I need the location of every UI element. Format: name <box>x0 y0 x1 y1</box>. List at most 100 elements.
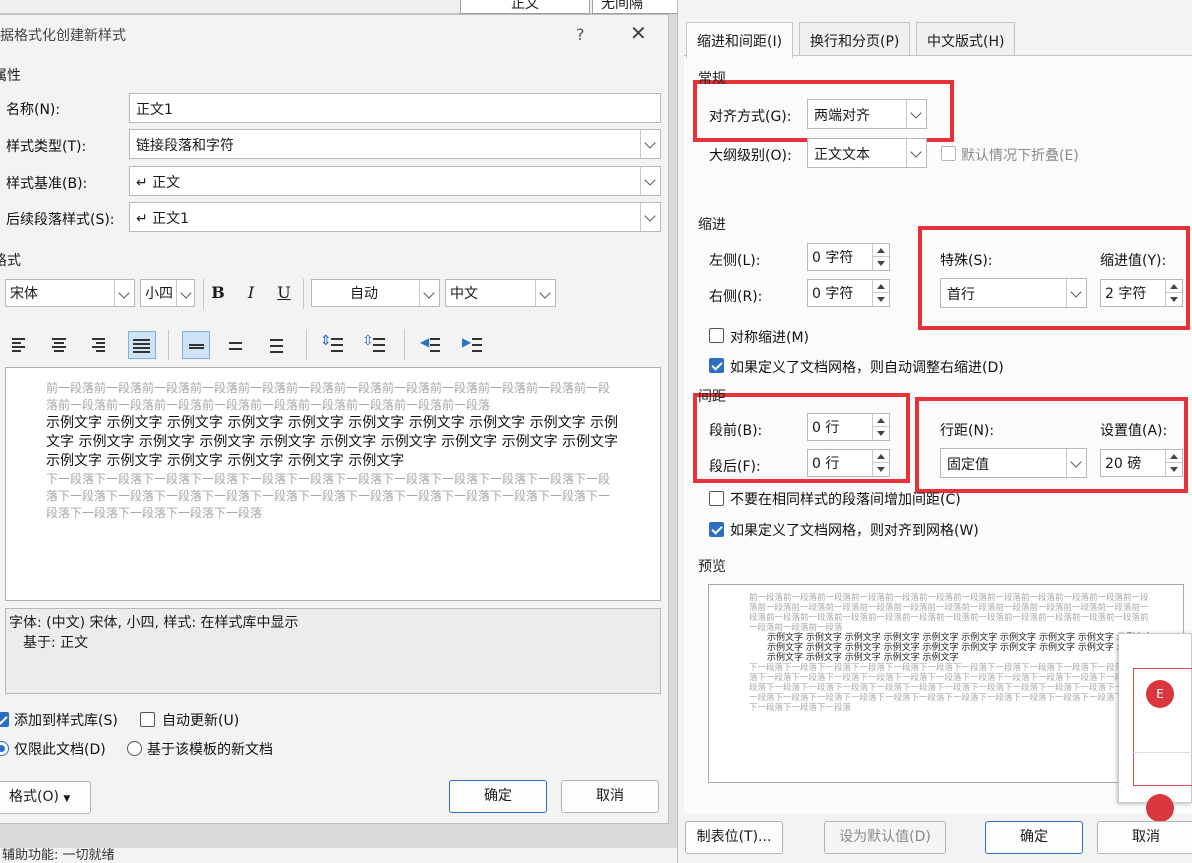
arrow-up-icon[interactable] <box>873 280 889 293</box>
preview-sample-text: 示例文字 示例文字 示例文字 示例文字 示例文字 示例文字 示例文字 示例文字 … <box>767 633 1153 663</box>
section-preview: 预览 <box>698 559 726 575</box>
special-indent-select[interactable]: 首行 <box>940 278 1087 308</box>
toolbar-separator <box>306 330 307 360</box>
following-style-select[interactable]: ↵ 正文1 <box>129 202 661 232</box>
ok-button[interactable]: 确定 <box>449 780 547 813</box>
help-button[interactable]: ? <box>576 25 585 44</box>
arrow-up-icon[interactable] <box>873 244 889 257</box>
preview-previous-paragraph: 前一段落前一段落前一段落前一段落前一段落前一段落前一段落前一段落前一段落前一段落… <box>749 593 1149 633</box>
spin-buttons[interactable] <box>872 280 889 306</box>
new-documents-template-radio[interactable] <box>127 741 142 756</box>
font-color-select[interactable]: 自动 <box>311 279 440 307</box>
indent-by-input[interactable]: 2 字符 <box>1100 279 1183 307</box>
collapse-by-default-checkbox[interactable] <box>941 146 956 161</box>
decrease-spacing-icon[interactable]: ⇳ <box>362 333 386 357</box>
line-spacing-select[interactable]: 固定值 <box>940 448 1087 478</box>
arrow-down-icon[interactable] <box>873 427 889 440</box>
line-spacing-label: 行距(N): <box>940 423 995 439</box>
dialog-title: 根据格式化创建新样式 <box>0 28 126 44</box>
based-on-select[interactable]: ↵ 正文 <box>129 166 661 196</box>
cancel-button[interactable]: 取消 <box>1097 821 1192 854</box>
font-select[interactable]: 宋体 <box>5 279 135 307</box>
format-menu-button[interactable]: 格式(O) ▼ <box>0 781 91 814</box>
arrow-down-icon[interactable] <box>1166 463 1182 476</box>
tab-asian-typography[interactable]: 中文版式(H) <box>916 22 1016 56</box>
add-to-gallery-label: 添加到样式库(S) <box>14 713 118 729</box>
tab-line-and-page-breaks[interactable]: 换行和分页(P) <box>799 22 911 56</box>
section-spacing: 间距 <box>698 389 726 405</box>
chevron-down-icon <box>535 280 555 306</box>
auto-update-checkbox[interactable] <box>140 712 155 727</box>
auto-update-label: 自动更新(U) <box>162 713 240 729</box>
paragraph-preview: 前一段落前一段落前一段落前一段落前一段落前一段落前一段落前一段落前一段落前一段落… <box>708 584 1184 783</box>
only-this-document-radio[interactable] <box>0 741 9 756</box>
increase-indent-icon[interactable]: ▶ <box>462 333 486 357</box>
style-gallery-normal[interactable]: 正文 <box>460 0 590 14</box>
italic-button[interactable]: I <box>241 280 261 306</box>
spacing-before-label: 段前(B): <box>709 423 763 439</box>
set-as-default-button[interactable]: 设为默认值(D) <box>824 821 946 854</box>
bold-button[interactable]: B <box>208 280 228 306</box>
cancel-button[interactable]: 取消 <box>561 780 659 813</box>
alignment-select[interactable]: 两端对齐 <box>807 99 927 129</box>
close-button[interactable]: ✕ <box>630 21 647 45</box>
spacing-after-input[interactable]: 0 行 <box>807 449 890 477</box>
name-input[interactable]: 正文1 <box>129 93 661 123</box>
decrease-indent-icon[interactable]: ◀ <box>420 333 444 357</box>
spacing-before-input[interactable]: 0 行 <box>807 413 890 441</box>
ok-button[interactable]: 确定 <box>985 821 1083 854</box>
indent-right-input[interactable]: 0 字符 <box>807 279 890 307</box>
align-center-icon[interactable] <box>48 333 72 357</box>
spin-buttons[interactable] <box>872 450 889 476</box>
avatar: E <box>1146 680 1174 708</box>
auto-adjust-indent-label: 如果定义了文档网格，则自动调整右缩进(D) <box>730 360 1004 376</box>
preview-following-paragraph: 下一段落下一段落下一段落下一段落下一段落下一段落下一段落下一段落下一段落下一段落… <box>46 472 611 520</box>
spin-buttons[interactable] <box>872 244 889 270</box>
chevron-down-icon <box>906 139 926 167</box>
no-space-same-style-label: 不要在相同样式的段落间增加间距(C) <box>730 492 961 508</box>
mirror-indents-checkbox[interactable] <box>709 328 724 343</box>
underline-button[interactable]: U <box>274 280 294 306</box>
spin-buttons[interactable] <box>872 414 889 440</box>
snap-to-grid-checkbox[interactable] <box>709 522 724 537</box>
add-to-gallery-checkbox[interactable] <box>0 712 9 727</box>
arrow-up-icon[interactable] <box>1166 450 1182 463</box>
style-type-select[interactable]: 链接段落和字符 <box>129 129 661 159</box>
no-space-same-style-checkbox[interactable] <box>709 491 724 506</box>
tab-indents-and-spacing[interactable]: 缩进和间距(I) <box>686 22 794 58</box>
notification-popup[interactable]: E <box>1118 633 1192 822</box>
single-spacing-icon[interactable] <box>182 331 210 359</box>
arrow-up-icon[interactable] <box>873 450 889 463</box>
avatar <box>1146 794 1174 822</box>
align-justify-icon[interactable] <box>128 331 156 359</box>
indent-left-input[interactable]: 0 字符 <box>807 243 890 271</box>
arrow-down-icon[interactable] <box>873 293 889 306</box>
arrow-up-icon[interactable] <box>1166 280 1182 293</box>
align-left-icon[interactable] <box>8 333 32 357</box>
script-select[interactable]: 中文 <box>445 279 556 307</box>
arrow-down-icon[interactable] <box>1166 293 1182 306</box>
outline-level-select[interactable]: 正文文本 <box>807 138 927 168</box>
one-half-spacing-icon[interactable] <box>225 333 249 357</box>
font-size-select[interactable]: 小四 <box>140 279 195 307</box>
tabs-button[interactable]: 制表位(T)... <box>685 821 783 854</box>
spin-buttons[interactable] <box>1165 450 1182 476</box>
indent-by-label: 缩进值(Y): <box>1100 253 1167 269</box>
spin-buttons[interactable] <box>1165 280 1182 306</box>
style-gallery-no-spacing[interactable]: 无间隔 <box>592 0 682 14</box>
double-spacing-icon[interactable] <box>266 333 290 357</box>
indent-right-label: 右侧(R): <box>709 289 763 305</box>
chevron-down-icon <box>640 130 660 158</box>
toolbar-separator <box>404 330 405 360</box>
auto-adjust-indent-checkbox[interactable] <box>709 358 724 373</box>
arrow-up-icon[interactable] <box>873 414 889 427</box>
line-spacing-at-input[interactable]: 20 磅 <box>1100 449 1183 477</box>
increase-spacing-icon[interactable]: ⇕ <box>320 333 344 357</box>
align-right-icon[interactable] <box>88 333 112 357</box>
divider <box>1133 752 1192 753</box>
preview-following-paragraph: 下一段落下一段落下一段落下一段落下一段落下一段落下一段落下一段落下一段落下一段落… <box>749 663 1149 713</box>
arrow-down-icon[interactable] <box>873 463 889 476</box>
style-description: 字体: (中文) 宋体, 小四, 样式: 在样式库中显示 基于: 正文 <box>5 608 661 694</box>
highlight-box <box>915 397 1188 493</box>
arrow-down-icon[interactable] <box>873 257 889 270</box>
